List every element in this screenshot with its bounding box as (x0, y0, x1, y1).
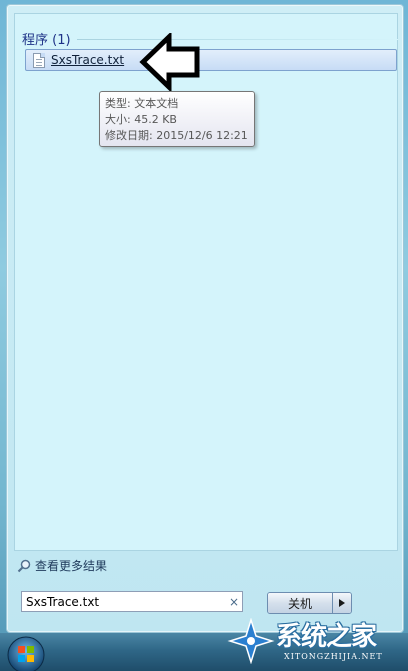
watermark-url: XITONGZHIJIA.NET (284, 652, 383, 661)
clear-search-icon[interactable]: × (226, 595, 242, 609)
pointer-arrow-icon (139, 33, 200, 91)
file-info-tooltip: 类型: 文本文档 大小: 45.2 KB 修改日期: 2015/12/6 12:… (99, 91, 255, 147)
see-more-results-link[interactable]: 查看更多结果 (17, 557, 107, 574)
see-more-label: 查看更多结果 (35, 559, 108, 573)
text-file-icon (33, 52, 45, 68)
tooltip-type: 类型: 文本文档 (105, 97, 179, 110)
group-title: 程序 (1) (22, 33, 71, 48)
watermark-logo-icon (227, 618, 275, 664)
start-orb-icon[interactable] (0, 633, 52, 671)
search-field[interactable]: × (21, 591, 243, 612)
tooltip-modified: 修改日期: 2015/12/6 12:21 (105, 129, 248, 142)
chevron-right-icon (339, 599, 345, 607)
shutdown-button[interactable]: 关机 (268, 593, 333, 613)
tooltip-size: 大小: 45.2 KB (105, 113, 177, 126)
shutdown-split-button[interactable]: 关机 (267, 592, 352, 614)
watermark-text: 系统之家 (276, 622, 377, 652)
result-item-sxstrace[interactable]: SxsTrace.txt (25, 49, 397, 71)
shutdown-label: 关机 (287, 596, 312, 611)
search-input[interactable] (22, 593, 226, 610)
group-divider (76, 39, 398, 40)
result-group-header: 程序 (1) (22, 29, 398, 48)
start-menu: 程序 (1) SxsTrace.txt 类型: 文本文档 大小: 45.2 KB… (6, 4, 404, 633)
result-item-label: SxsTrace.txt (51, 53, 125, 67)
search-results-pane: 程序 (1) SxsTrace.txt 类型: 文本文档 大小: 45.2 KB… (14, 13, 398, 551)
shutdown-options-button[interactable] (333, 593, 351, 613)
site-watermark: 系统之家 XITONGZHIJIA.NET (224, 612, 404, 670)
search-icon (17, 559, 31, 572)
